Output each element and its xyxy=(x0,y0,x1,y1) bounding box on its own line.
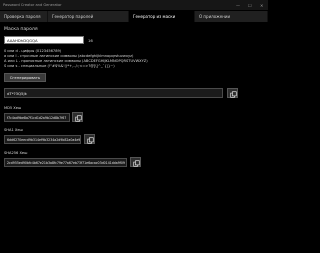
maximize-button[interactable]: ☐ xyxy=(244,0,256,10)
title-bar: Password Creator and Generator — ☐ ✕ xyxy=(0,0,268,10)
md5-label: MD5 Хеш xyxy=(4,106,22,110)
tab-label: Генератор из маски xyxy=(133,14,176,19)
copy-icon xyxy=(133,159,140,167)
sha1-field[interactable]: 6dd6270eecd9b314ef9b3234a2d9b82a0a4e9f xyxy=(4,135,81,144)
legend-uppercase: A или L - прописные латинские символы (A… xyxy=(4,59,148,63)
tab-password-check[interactable]: Проверка пароля xyxy=(0,11,48,22)
minimize-button[interactable]: — xyxy=(232,0,244,10)
window-title: Password Creator and Generator xyxy=(3,3,62,7)
legend-special: S или s - специальные (!"#$%&'()*+,-./:;… xyxy=(4,64,115,68)
copy-sha256-button[interactable] xyxy=(130,157,141,167)
tab-label: О приложении xyxy=(199,14,231,19)
close-icon: ✕ xyxy=(260,3,264,8)
tab-about[interactable]: О приложении xyxy=(195,11,268,22)
md5-field[interactable]: f7c4ad9be8a7f1cd1d2a9b12d8b7f67 xyxy=(4,113,70,122)
mask-label: Маска пароля xyxy=(4,27,38,32)
legend-digits: 0 или d - цифры (0123456789) xyxy=(4,49,62,53)
copy-result-button[interactable] xyxy=(227,88,238,98)
sha256-label: SHA256 Хеш xyxy=(4,151,28,155)
copy-icon xyxy=(75,114,82,122)
copy-icon xyxy=(87,136,94,144)
main-content: Маска пароля AAAHDhDQGQA 16 0 или d - ци… xyxy=(0,22,268,253)
sha256-field[interactable]: 2cd955ed90bfc4b67e21b3a8fc79e77a67eb73f7… xyxy=(4,158,127,167)
legend-lowercase: a или l - строчные латинские символы (ab… xyxy=(4,54,134,58)
mask-input[interactable]: AAAHDhDQGQA xyxy=(4,36,84,44)
maximize-icon: ☐ xyxy=(248,3,252,8)
tab-mask-generator[interactable]: Генератор из маски xyxy=(129,11,195,22)
tab-password-generator[interactable]: Генератор паролей xyxy=(48,11,129,22)
close-button[interactable]: ✕ xyxy=(256,0,268,10)
copy-icon xyxy=(230,90,237,98)
sha1-label: SHA1 Хеш xyxy=(4,128,23,132)
length-value[interactable]: 16 xyxy=(88,38,93,43)
tab-label: Генератор паролей xyxy=(52,14,94,19)
tab-bar: Проверка пароля Генератор паролей Генера… xyxy=(0,11,268,22)
tab-label: Проверка пароля xyxy=(4,14,41,19)
copy-md5-button[interactable] xyxy=(72,112,83,122)
minimize-icon: — xyxy=(236,3,240,8)
result-field[interactable]: dT*?3Q5Jk xyxy=(4,88,223,98)
copy-sha1-button[interactable] xyxy=(84,134,95,144)
generate-button[interactable]: Сгенерировать xyxy=(4,73,46,82)
